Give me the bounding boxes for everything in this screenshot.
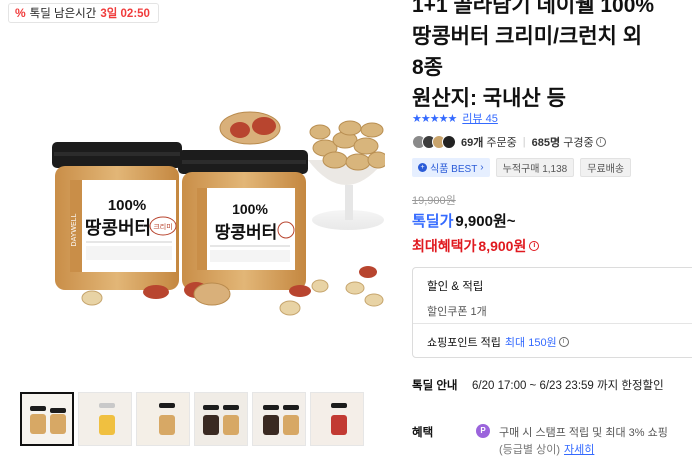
thumbnail-5[interactable]	[252, 392, 306, 446]
jar-back-name: 땅콩버터	[215, 223, 278, 243]
original-price: 19,900원	[412, 195, 456, 207]
shopping-points-row: 쇼핑포인트 적립 최대 150원 i	[427, 334, 569, 350]
jar-brand: DAYWELL	[71, 213, 78, 246]
thumbnail-2[interactable]	[78, 392, 132, 446]
buyer-avatars	[412, 135, 456, 149]
product-badges: + 식품 BEST › 누적구매 1,138 무료배송	[412, 158, 632, 177]
deal-timer-time: 3일 02:50	[100, 8, 150, 20]
product-photo: 100% 땅콩버터 DAYWELL 100% 땅콩버터 크리미	[52, 111, 385, 316]
max-benefit-price-row: 최대혜택가 8,900원 i	[412, 236, 540, 256]
best-icon: +	[418, 163, 427, 172]
details-link[interactable]: 자세히	[564, 444, 594, 456]
jar-variant: 크리미	[153, 222, 172, 231]
product-info-panel: 1+1 골라담기 데이웰 100% 땅콩버터 크리미/크런치 외 8종 원산지:…	[412, 0, 692, 458]
chevron-right-icon: ›	[480, 162, 484, 173]
star-rating-icon: ★★★★★	[412, 112, 457, 125]
point-badge-icon: P	[476, 424, 490, 438]
benefit-row-text: 구매 시 스탬프 적립 및 최대 3% 쇼핑	[499, 427, 668, 439]
order-stats-row: 69개 주문중 | 685명 구경중 i	[412, 134, 606, 150]
deal-price-row: 톡딜가 9,900원~	[412, 210, 516, 231]
discount-benefit-box: 할인 & 적립 할인쿠폰 1개 쇼핑포인트 적립 최대 150원 i	[412, 267, 692, 358]
jar-back-percent: 100%	[232, 201, 268, 217]
points-info-icon[interactable]: i	[558, 337, 569, 347]
points-label: 쇼핑포인트 적립	[427, 337, 501, 349]
benefit-info-icon[interactable]: i	[529, 241, 540, 251]
product-title: 1+1 골라담기 데이웰 100% 땅콩버터 크리미/크런치 외 8종 원산지:…	[412, 0, 692, 114]
viewers-count: 685명	[531, 137, 561, 149]
deal-timer-label: 톡딜 남은시간	[29, 8, 97, 20]
orders-count: 69개	[461, 137, 484, 149]
deal-info-row: 톡딜 안내 6/20 17:00 ~ 6/23 23:59 까지 한정할인	[412, 377, 664, 393]
deal-price-value: 9,900원~	[455, 213, 516, 230]
thumbnail-4[interactable]	[194, 392, 248, 446]
thumbnail-3[interactable]	[136, 392, 190, 446]
deal-info-value: 6/20 17:00 ~ 6/23 23:59 까지 한정할인	[472, 380, 664, 392]
title-line-1: 1+1 골라담기 데이웰 100%	[412, 0, 655, 17]
deal-info-label: 톡딜 안내	[412, 380, 458, 392]
title-line-2: 땅콩버터 크리미/크런치 외	[412, 25, 643, 48]
best-badge-label: 식품 BEST	[430, 164, 478, 175]
orders-label: 주문중	[486, 137, 517, 149]
benefit-row-subtext: (등급별 상이) 자세히	[499, 441, 594, 457]
best-badge[interactable]: + 식품 BEST ›	[412, 158, 490, 177]
benefit-divider	[413, 323, 692, 324]
divider: |	[522, 136, 526, 148]
cumulative-purchase-badge: 누적구매 1,138	[495, 158, 575, 177]
thumbnail-6[interactable]	[310, 392, 364, 446]
deal-timer-badge: % 톡딜 남은시간 3일 02:50	[8, 3, 159, 23]
coupon-count[interactable]: 할인쿠폰 1개	[427, 303, 487, 319]
max-benefit-value: 8,900원	[478, 238, 527, 254]
max-benefit-label: 최대혜택가	[412, 238, 477, 254]
title-line-3: 8종	[412, 56, 443, 79]
review-link[interactable]: 리뷰 45	[462, 110, 498, 126]
jar-front-percent: 100%	[108, 197, 146, 214]
free-shipping-badge: 무료배송	[580, 158, 632, 177]
rating-row: ★★★★★ 리뷰 45	[412, 110, 498, 126]
benefit-row-label: 혜택	[412, 427, 434, 439]
thumbnail-strip	[20, 392, 364, 446]
percent-icon: %	[15, 6, 26, 20]
points-value: 최대 150원	[504, 337, 557, 349]
benefit-grade-note: (등급별 상이)	[499, 444, 560, 456]
benefit-box-heading: 할인 & 적립	[427, 281, 484, 293]
info-icon[interactable]: i	[595, 137, 606, 147]
main-product-image[interactable]: % 톡딜 남은시간 3일 02:50 100% 땅콩버터 DAYWELL 100…	[0, 0, 385, 376]
viewers-label: 구경중	[563, 137, 594, 149]
jar-front-name: 땅콩버터	[85, 218, 151, 239]
deal-price-label: 톡딜가	[412, 213, 454, 230]
thumbnail-1[interactable]	[20, 392, 74, 446]
